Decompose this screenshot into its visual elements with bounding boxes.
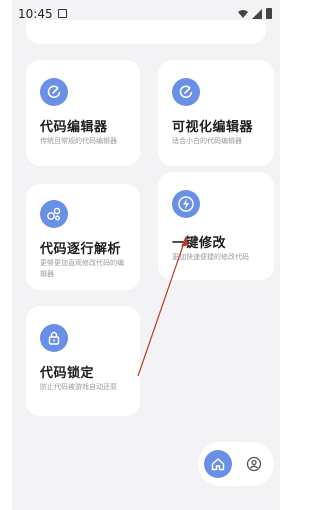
card-title: 可视化编辑器 — [172, 120, 254, 135]
home-icon[interactable] — [204, 450, 232, 478]
profile-icon[interactable] — [240, 450, 268, 478]
partial-card-top — [26, 20, 266, 44]
status-time: 10:45 — [18, 7, 53, 21]
wifi-icon — [238, 9, 248, 18]
bubbles-icon — [40, 200, 68, 228]
card-description: 适合小白的代码编辑器 — [172, 137, 242, 145]
notification-icon — [58, 9, 67, 18]
card-code-lock[interactable]: 代码锁定 防止代码被游戏自动还原 — [26, 306, 140, 416]
app-screen: 10:45 代码编辑器 传统且常规的代码编辑器 可视化编辑器 适合小白的代码编辑… — [12, 0, 280, 510]
signal-icon — [252, 8, 262, 19]
bottom-navigation — [198, 442, 274, 486]
card-description: 传统且常规的代码编辑器 — [40, 137, 117, 145]
card-visual-editor[interactable]: 可视化编辑器 适合小白的代码编辑器 — [158, 60, 274, 166]
card-title: 代码锁定 — [40, 366, 95, 381]
battery-icon — [266, 8, 272, 19]
card-description: 更加快速便捷的修改代码 — [172, 253, 249, 261]
card-title: 代码编辑器 — [40, 120, 108, 135]
lock-icon — [40, 324, 68, 352]
card-title: 一键修改 — [172, 236, 227, 251]
lightning-icon — [172, 190, 200, 218]
card-description: 更够更加直观修改代码的编辑器 — [40, 259, 124, 278]
card-line-parser[interactable]: 代码逐行解析 更够更加直观修改代码的编辑器 — [26, 184, 140, 290]
status-icons — [238, 8, 272, 19]
edit-icon — [172, 78, 200, 106]
card-description: 防止代码被游戏自动还原 — [40, 383, 117, 391]
edit-icon — [40, 78, 68, 106]
card-title: 代码逐行解析 — [40, 242, 122, 257]
card-code-editor[interactable]: 代码编辑器 传统且常规的代码编辑器 — [26, 60, 140, 166]
card-one-click-modify[interactable]: 一键修改 更加快速便捷的修改代码 — [158, 172, 274, 280]
